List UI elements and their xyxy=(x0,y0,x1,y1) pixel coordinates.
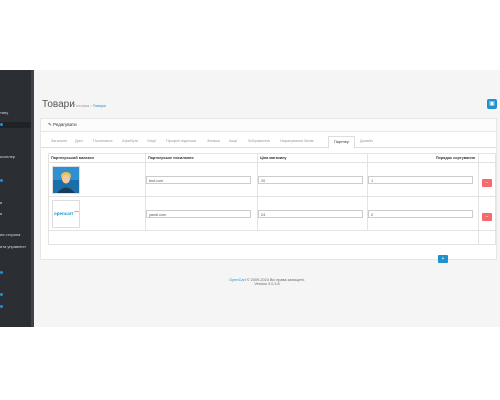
link-cell: yandi.com xyxy=(145,196,258,231)
footer-cell xyxy=(48,230,479,245)
table-footer-row xyxy=(48,230,496,245)
sidebar-item-label: ия сторона xyxy=(0,232,21,237)
breadcrumb-home[interactable]: Головна xyxy=(74,103,89,108)
store-image-cell xyxy=(48,162,146,197)
price-cell: 24 xyxy=(257,196,368,231)
cart-icon: ⌒ xyxy=(73,210,79,216)
avatar-image xyxy=(53,166,79,193)
table-row: test.com 20 1 − xyxy=(48,162,496,197)
partner-link-input[interactable]: yandi.com xyxy=(146,209,251,218)
tab-attributes[interactable]: Атрибути xyxy=(122,139,138,143)
tab-discounts[interactable]: Знижки xyxy=(207,139,220,143)
sort-cell: 1 xyxy=(367,162,479,197)
sidebar-item-label: тану xyxy=(0,110,9,115)
logo-text: opencart xyxy=(54,210,74,216)
tab-data[interactable]: Дані xyxy=(75,139,83,143)
opencart-logo: opencart ⌒ xyxy=(54,211,79,217)
breadcrumb-current[interactable]: Товари xyxy=(93,103,106,108)
sidebar-item-1[interactable]: тану xyxy=(0,110,31,116)
sidebar-item-9[interactable] xyxy=(0,270,31,276)
store-image-cell: opencart ⌒ xyxy=(48,196,146,231)
breadcrumb: Головна › Товари xyxy=(74,103,106,108)
tab-images[interactable]: Зображення xyxy=(248,139,270,143)
actions-cell: − xyxy=(478,196,496,231)
sidebar-item-3[interactable]: ксоплер xyxy=(0,154,31,160)
sidebar-item-5[interactable]: и xyxy=(0,200,31,206)
actions-cell: − xyxy=(478,162,496,197)
sidebar-item-label: и xyxy=(0,200,3,205)
tab-specials[interactable]: Акції xyxy=(229,139,237,143)
sidebar-item-label: ита управлінн xyxy=(0,244,26,249)
page-title: Товари xyxy=(42,99,75,110)
chevron-icon xyxy=(0,271,3,275)
column-header-actions xyxy=(478,153,496,163)
version-text: Version 3.0.3.8 xyxy=(254,282,280,286)
panel-heading: ✎ Редагувати xyxy=(41,119,496,132)
page-header: Товари Головна › Товари xyxy=(34,90,500,118)
price-cell: 20 xyxy=(257,162,368,197)
add-partner-button[interactable]: + xyxy=(438,255,448,263)
tab-reward-points[interactable]: Нарахування балів xyxy=(280,139,314,143)
minus-circle-icon: − xyxy=(485,179,489,186)
partner-link-input[interactable]: test.com xyxy=(146,175,251,184)
tab-options[interactable]: Опції xyxy=(147,139,156,143)
sidebar-item-8[interactable]: ита управлінн xyxy=(0,244,31,250)
sort-order-input[interactable]: 1 xyxy=(368,175,473,184)
store-image-thumbnail[interactable] xyxy=(52,165,80,194)
delete-row-button[interactable]: − xyxy=(482,212,492,221)
tab-subscription[interactable]: Профілі підписки xyxy=(166,139,196,143)
partner-table: Партнерський магазин Партнерське посилан… xyxy=(48,153,496,245)
tab-links[interactable]: Посилання xyxy=(93,139,112,143)
minus-circle-icon: − xyxy=(485,213,489,220)
panel-title-text: Редагувати xyxy=(53,122,77,127)
store-price-input[interactable]: 20 xyxy=(258,175,363,184)
link-cell: test.com xyxy=(145,162,258,197)
sidebar-item-7[interactable]: ия сторона xyxy=(0,232,31,238)
sidebar-item-active[interactable] xyxy=(0,122,31,128)
store-image-thumbnail[interactable]: opencart ⌒ xyxy=(52,199,80,228)
save-icon: ▣ xyxy=(489,101,495,107)
delete-row-button[interactable]: − xyxy=(482,178,492,187)
sidebar-item-6[interactable]: и xyxy=(0,211,31,217)
save-button[interactable]: ▣ xyxy=(487,99,497,109)
table-row: opencart ⌒ yandi.com 24 2 − xyxy=(48,196,496,231)
active-dot-icon xyxy=(0,123,3,127)
tab-partner[interactable]: Партнер xyxy=(328,136,355,149)
panel-title: ✎ Редагувати xyxy=(48,122,77,128)
add-cell xyxy=(478,230,496,245)
sidebar-item-4[interactable] xyxy=(0,178,31,184)
sort-order-input[interactable]: 2 xyxy=(368,209,473,218)
tab-general[interactable]: Загальне xyxy=(51,139,67,143)
column-header: Партнерський магазин xyxy=(48,153,146,163)
sidebar: тану ксоплер и и ия сторона ита управлін… xyxy=(0,70,34,327)
tab-bar: Загальне Дані Посилання Атрибути Опції П… xyxy=(41,135,496,149)
sidebar-item-10[interactable] xyxy=(0,292,31,298)
column-header: Ціна магазину xyxy=(257,153,368,163)
chevron-icon xyxy=(0,305,3,309)
table-header-row: Партнерський магазин Партнерське посилан… xyxy=(48,153,496,163)
column-header: Партнерське посилання xyxy=(145,153,258,163)
store-price-input[interactable]: 24 xyxy=(258,209,363,218)
chevron-icon xyxy=(0,293,3,297)
opencart-link[interactable]: OpenCart xyxy=(229,278,245,282)
sidebar-item-label: ксоплер xyxy=(0,154,16,159)
edit-panel: ✎ Редагувати Загальне Дані Посилання Атр… xyxy=(40,118,497,260)
column-header: Порядок сортування xyxy=(367,153,479,163)
sidebar-item-11[interactable] xyxy=(0,304,31,310)
plus-circle-icon: + xyxy=(441,256,445,262)
tab-design[interactable]: Дизайн xyxy=(360,139,373,143)
page-footer: OpenCart © 2009-2024 Всі права захищені.… xyxy=(34,278,500,286)
sidebar-item-label: и xyxy=(0,211,3,216)
admin-window: тану ксоплер и и ия сторона ита управлін… xyxy=(0,70,500,327)
sort-cell: 2 xyxy=(367,196,479,231)
chevron-icon xyxy=(0,179,3,183)
